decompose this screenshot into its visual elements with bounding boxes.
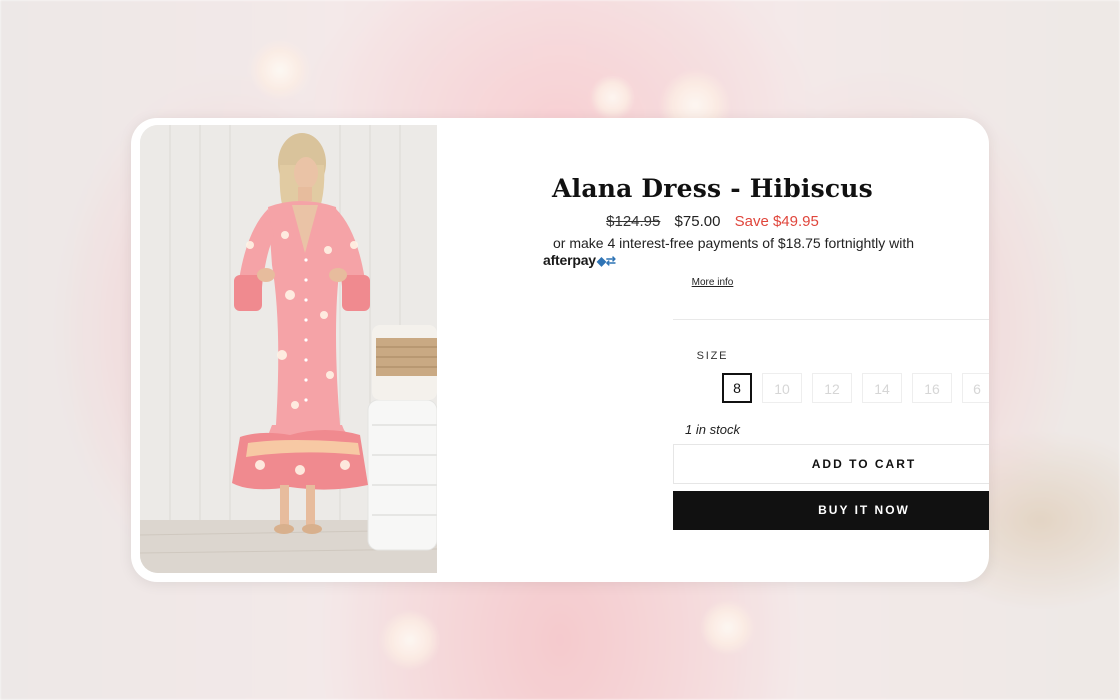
product-photo-illustration — [140, 125, 437, 573]
savings-label: Save $49.95 — [734, 213, 819, 230]
product-info-panel: Alana Dress - Hibiscus $124.95 $75.00 Sa… — [436, 118, 989, 582]
afterpay-wordmark: afterpay — [543, 252, 596, 268]
add-to-cart-button[interactable]: ADD TO CART — [673, 444, 989, 484]
size-selector: 8 10 12 14 16 6 — [722, 373, 989, 403]
size-option-14[interactable]: 14 — [862, 373, 902, 403]
size-option-8[interactable]: 8 — [722, 373, 752, 403]
buy-it-now-button[interactable]: BUY IT NOW — [673, 491, 989, 530]
afterpay-logo: afterpay◆⇄ — [543, 252, 933, 268]
size-option-6[interactable]: 6 — [962, 373, 989, 403]
size-label: SIZE — [696, 350, 729, 362]
afterpay-installments: or make 4 interest-free payments of $18.… — [543, 235, 933, 268]
original-price: $124.95 — [606, 213, 661, 230]
divider — [673, 319, 989, 320]
size-option-16[interactable]: 16 — [912, 373, 952, 403]
product-title: Alana Dress - Hibiscus — [552, 174, 873, 203]
afterpay-logo-icon: ◆⇄ — [596, 254, 616, 268]
product-quickview-modal: Alana Dress - Hibiscus $124.95 $75.00 Sa… — [131, 118, 989, 582]
product-image[interactable] — [140, 125, 437, 573]
sale-price: $75.00 — [674, 213, 721, 230]
stock-status: 1 in stock — [685, 422, 740, 437]
size-option-10[interactable]: 10 — [762, 373, 802, 403]
more-info-link[interactable]: More info — [436, 277, 989, 288]
price-row: $124.95 $75.00 Save $49.95 — [436, 213, 989, 230]
installments-text: or make 4 interest-free payments of $18.… — [553, 235, 915, 251]
size-option-12[interactable]: 12 — [812, 373, 852, 403]
